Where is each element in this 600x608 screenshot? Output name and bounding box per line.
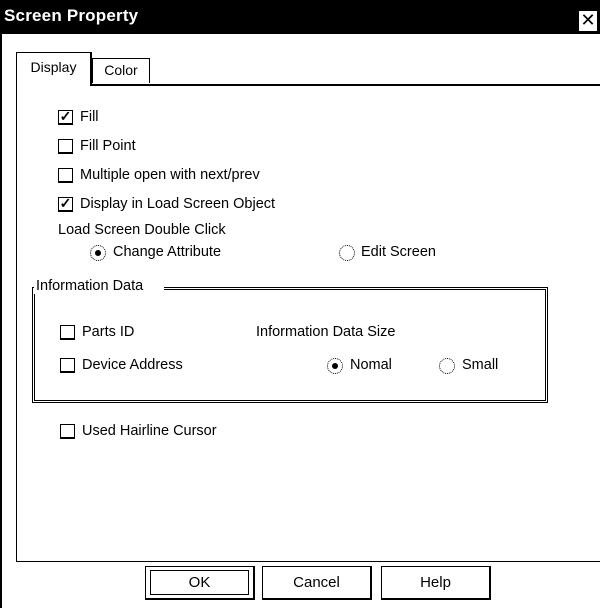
device-address-label: Device Address (82, 357, 183, 373)
small-label: Small (462, 357, 499, 373)
tab-display[interactable]: Display (16, 52, 92, 86)
multiple-open-checkbox[interactable] (58, 168, 73, 183)
parts-id-label: Parts ID (82, 324, 135, 340)
help-button-label: Help (420, 574, 451, 591)
fill-checkbox[interactable]: ✓ (58, 108, 73, 125)
tab-join (18, 84, 90, 87)
device-address-checkbox[interactable] (60, 358, 75, 373)
tab-display-label: Display (30, 59, 77, 75)
fill-label: Fill (80, 109, 99, 125)
fill-point-checkbox[interactable] (58, 139, 73, 154)
edit-screen-label: Edit Screen (361, 244, 436, 260)
dialog-border (0, 34, 2, 608)
parts-id-checkbox[interactable] (60, 325, 75, 340)
cancel-button[interactable]: Cancel (262, 566, 372, 600)
information-data-group (32, 287, 548, 403)
ok-button-label: OK (188, 574, 211, 591)
close-icon: ✕ (580, 10, 596, 30)
load-double-click-label: Load Screen Double Click (58, 222, 226, 238)
cancel-button-label: Cancel (293, 574, 340, 591)
small-radio[interactable] (439, 358, 455, 374)
tab-color[interactable]: Color (92, 58, 150, 83)
dialog-title: Screen Property (4, 6, 139, 25)
close-button[interactable]: ✕ (578, 10, 598, 32)
hairline-cursor-checkbox[interactable] (60, 424, 75, 439)
ok-button[interactable]: OK (145, 566, 255, 600)
check-icon: ✓ (59, 195, 72, 211)
nomal-label: Nomal (350, 357, 392, 373)
edit-screen-radio[interactable] (339, 245, 355, 261)
multiple-open-label: Multiple open with next/prev (80, 167, 260, 183)
display-in-load-label: Display in Load Screen Object (80, 196, 276, 212)
check-icon: ✓ (59, 108, 72, 124)
nomal-radio[interactable] (327, 358, 343, 374)
information-data-size-label: Information Data Size (256, 324, 396, 340)
fill-point-label: Fill Point (80, 138, 136, 154)
change-attribute-label: Change Attribute (113, 244, 222, 260)
information-data-title: Information Data (36, 278, 144, 294)
tab-color-label: Color (104, 62, 138, 78)
change-attribute-radio[interactable] (90, 245, 106, 261)
display-in-load-checkbox[interactable]: ✓ (58, 195, 73, 212)
hairline-cursor-label: Used Hairline Cursor (82, 423, 217, 439)
help-button[interactable]: Help (381, 566, 491, 600)
